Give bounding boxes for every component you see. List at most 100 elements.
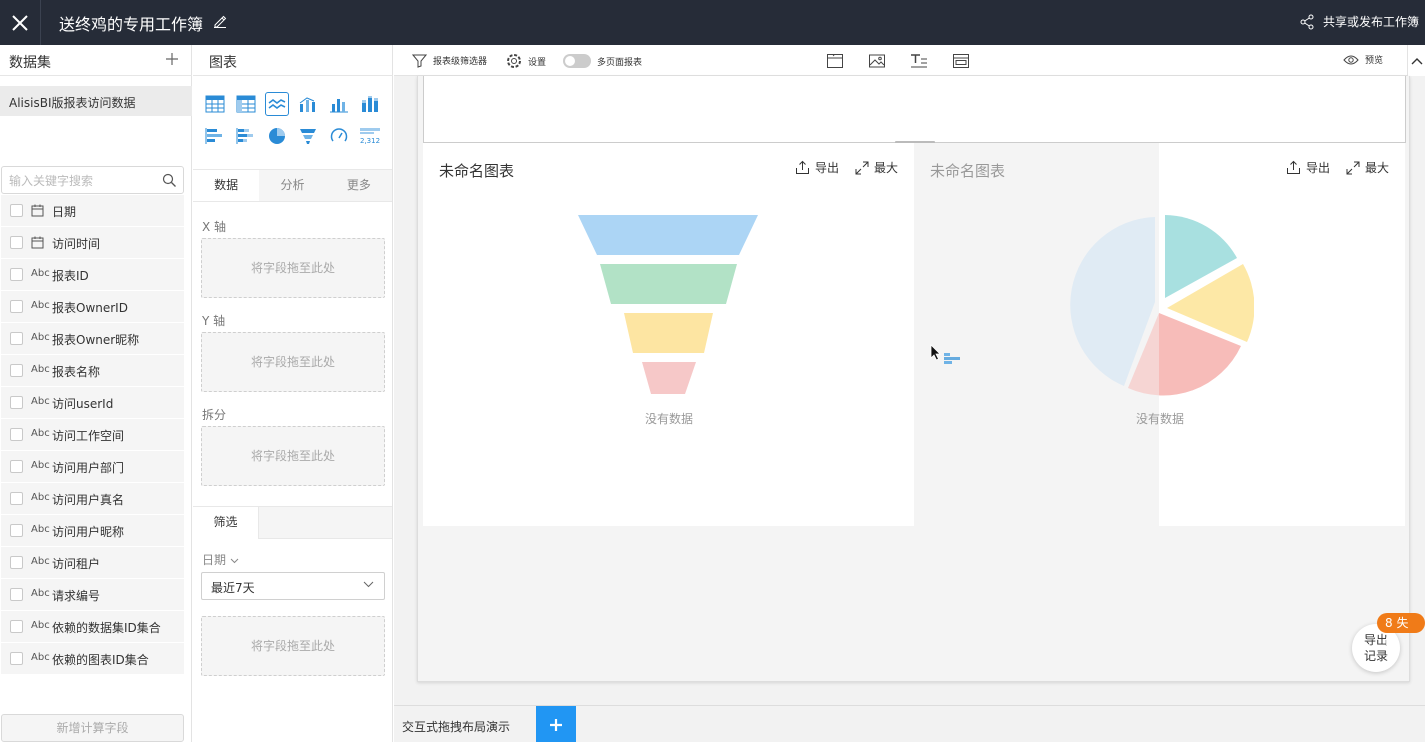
field-item-chart-ids[interactable]: Abc 依赖的图表ID集合 bbox=[1, 643, 184, 674]
funnel-level-4 bbox=[642, 362, 696, 394]
field-checkbox[interactable] bbox=[10, 428, 23, 441]
stacked-bar-chart-icon[interactable] bbox=[358, 92, 382, 116]
top-chart-block[interactable] bbox=[423, 76, 1406, 143]
crosstab-chart-icon[interactable] bbox=[234, 92, 258, 116]
field-checkbox[interactable] bbox=[10, 460, 23, 473]
funnel-chart-icon[interactable] bbox=[296, 124, 320, 148]
field-label: 访问工作空间 bbox=[52, 429, 125, 443]
y-axis-drop-zone[interactable]: 将字段拖至此处 bbox=[201, 332, 385, 392]
funnel-chart-card[interactable]: 未命名图表 导出 最大 没有数据 bbox=[423, 143, 914, 526]
edit-title-button[interactable] bbox=[213, 14, 227, 31]
field-checkbox[interactable] bbox=[10, 652, 23, 665]
workbook-title: 送终鸡的专用工作簿 bbox=[59, 15, 204, 34]
search-icon[interactable] bbox=[162, 173, 177, 188]
date-filter-label[interactable]: 日期 bbox=[202, 551, 239, 568]
sheet-tab[interactable]: 交互式拖拽布局演示 bbox=[402, 718, 510, 735]
field-checkbox[interactable] bbox=[10, 332, 23, 345]
close-icon bbox=[12, 14, 28, 31]
filter-drop-zone[interactable]: 将字段拖至此处 bbox=[201, 616, 385, 676]
field-label: 依赖的数据集ID集合 bbox=[52, 621, 161, 635]
image-button[interactable] bbox=[868, 52, 886, 70]
horizontal-bar-chart-icon[interactable] bbox=[203, 124, 227, 148]
pie-chart-card[interactable]: 未命名图表 导出 最大 没有数据 bbox=[914, 143, 1405, 526]
tab-filter[interactable]: 筛选 bbox=[193, 507, 259, 539]
field-checkbox[interactable] bbox=[10, 620, 23, 633]
preview-button[interactable]: 预览 bbox=[1343, 53, 1383, 66]
settings-button[interactable]: 设置 bbox=[506, 53, 546, 69]
add-sheet-button[interactable] bbox=[536, 706, 576, 742]
share-publish-button[interactable]: 共享或发布工作簿 bbox=[1299, 13, 1419, 30]
field-checkbox[interactable] bbox=[10, 236, 23, 249]
field-item-workspace[interactable]: Abc 访问工作空间 bbox=[1, 419, 184, 450]
chevron-down-icon bbox=[230, 558, 239, 564]
field-checkbox[interactable] bbox=[10, 396, 23, 409]
no-data-text: 没有数据 bbox=[1136, 412, 1185, 426]
field-checkbox[interactable] bbox=[10, 588, 23, 601]
field-item-owner-nickname[interactable]: Abc 报表Owner昵称 bbox=[1, 323, 184, 354]
pie-chart-icon[interactable] bbox=[265, 124, 289, 148]
x-axis-label: X 轴 bbox=[202, 220, 227, 234]
container-button[interactable] bbox=[952, 52, 970, 70]
field-item-report-name[interactable]: Abc 报表名称 bbox=[1, 355, 184, 386]
field-item-real-name[interactable]: Abc 访问用户真名 bbox=[1, 483, 184, 514]
field-checkbox[interactable] bbox=[10, 524, 23, 537]
text-type-icon: Abc bbox=[31, 300, 50, 311]
field-item-tenant[interactable]: Abc 访问租户 bbox=[1, 547, 184, 578]
field-item-visit-time[interactable]: 访问时间 bbox=[1, 227, 184, 258]
pie-placeholder bbox=[1069, 213, 1254, 398]
calendar-icon bbox=[31, 236, 47, 252]
gauge-chart-icon[interactable] bbox=[327, 124, 351, 148]
dataset-title: 数据集 bbox=[9, 55, 51, 71]
field-item-owner-id[interactable]: Abc 报表OwnerID bbox=[1, 291, 184, 322]
kpi-card-icon[interactable]: 2,312 bbox=[358, 124, 382, 148]
table-chart-icon[interactable] bbox=[203, 92, 227, 116]
field-item-dataset-ids[interactable]: Abc 依赖的数据集ID集合 bbox=[1, 611, 184, 642]
maximize-button[interactable]: 最大 bbox=[1346, 159, 1389, 176]
field-item-user-id[interactable]: Abc 访问userId bbox=[1, 387, 184, 418]
tab-data[interactable]: 数据 bbox=[193, 170, 260, 201]
field-checkbox[interactable] bbox=[10, 204, 23, 217]
selected-dataset[interactable]: AlisisBI版报表访问数据 bbox=[0, 86, 192, 116]
export-icon bbox=[795, 160, 809, 174]
failure-count-badge[interactable]: 8 失败 bbox=[1377, 613, 1425, 650]
field-checkbox[interactable] bbox=[10, 556, 23, 569]
close-button[interactable] bbox=[0, 0, 41, 45]
plus-icon bbox=[550, 718, 562, 731]
field-search-input[interactable] bbox=[9, 172, 159, 189]
folder-button[interactable] bbox=[826, 52, 844, 70]
field-checkbox[interactable] bbox=[10, 300, 23, 313]
report-filter-label: 报表级筛选器 bbox=[433, 57, 488, 67]
stacked-horizontal-bar-icon[interactable] bbox=[234, 124, 258, 148]
export-button[interactable]: 导出 bbox=[795, 159, 839, 176]
date-range-value: 最近7天 bbox=[211, 581, 255, 595]
text-button[interactable] bbox=[910, 52, 928, 70]
multi-page-toggle[interactable] bbox=[563, 54, 591, 68]
maximize-icon bbox=[855, 161, 869, 174]
text-type-icon: Abc bbox=[31, 588, 50, 599]
tab-more[interactable]: 更多 bbox=[325, 170, 392, 201]
field-item-user-nickname[interactable]: Abc 访问用户昵称 bbox=[1, 515, 184, 546]
add-dataset-button[interactable] bbox=[164, 51, 180, 67]
folder-icon bbox=[827, 54, 843, 68]
collapse-toolbar-button[interactable] bbox=[1407, 45, 1425, 76]
line-chart-icon[interactable] bbox=[265, 92, 289, 116]
field-item-department[interactable]: Abc 访问用户部门 bbox=[1, 451, 184, 482]
maximize-button[interactable]: 最大 bbox=[855, 159, 898, 176]
field-item-report-id[interactable]: Abc 报表ID bbox=[1, 259, 184, 290]
field-checkbox[interactable] bbox=[10, 268, 23, 281]
export-button[interactable]: 导出 bbox=[1286, 159, 1330, 176]
tab-analysis[interactable]: 分析 bbox=[259, 170, 326, 201]
field-checkbox[interactable] bbox=[10, 364, 23, 377]
report-filter-button[interactable]: 报表级筛选器 bbox=[412, 53, 487, 68]
report-sheet: 未命名图表 导出 最大 没有数据 未命名图表 导出 最大 没有数据 bbox=[417, 76, 1410, 682]
field-item-request-no[interactable]: Abc 请求编号 bbox=[1, 579, 184, 610]
x-axis-drop-zone[interactable]: 将字段拖至此处 bbox=[201, 238, 385, 298]
field-checkbox[interactable] bbox=[10, 492, 23, 505]
date-range-select[interactable]: 最近7天 bbox=[201, 572, 385, 600]
bar-chart-icon[interactable] bbox=[327, 92, 351, 116]
add-calculated-field-button[interactable]: 新增计算字段 bbox=[1, 714, 184, 742]
combo-chart-icon[interactable] bbox=[296, 92, 320, 116]
eye-icon bbox=[1343, 55, 1359, 64]
split-drop-zone[interactable]: 将字段拖至此处 bbox=[201, 426, 385, 486]
field-item-date[interactable]: 日期 bbox=[1, 195, 184, 226]
